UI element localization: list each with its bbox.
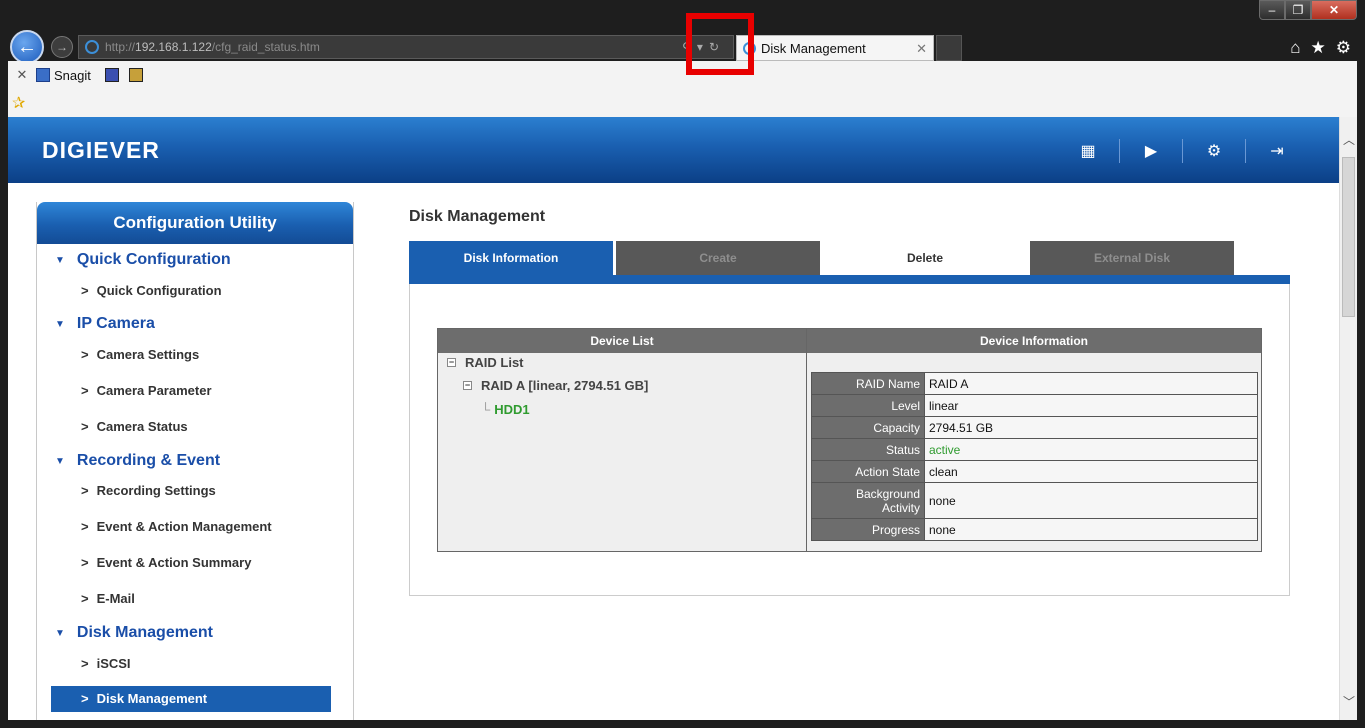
- tab-external-disk[interactable]: External Disk: [1030, 241, 1234, 275]
- capture-icon[interactable]: [104, 68, 119, 82]
- device-list: Device List − RAID List − RAID A [linear, …: [437, 328, 807, 552]
- close-window-icon[interactable]: ✕: [1311, 0, 1357, 20]
- table-row: Status active: [811, 438, 1258, 461]
- header-icons: ▦ ▶ ⚙ ⇥: [1076, 139, 1289, 163]
- page-title: Disk Management: [409, 208, 546, 225]
- table-row: RAID Name RAID A: [811, 372, 1258, 395]
- tab-delete[interactable]: Delete: [823, 241, 1027, 275]
- sidebar-item-event-action-summary[interactable]: > Event & Action Summary: [81, 555, 251, 570]
- live-view-icon[interactable]: ▦: [1076, 140, 1100, 162]
- table-row: Level linear: [811, 394, 1258, 417]
- close-bar-icon[interactable]: ✕: [8, 67, 36, 83]
- device-list-header: Device List: [438, 329, 806, 353]
- browser-window: ‒ ❐ ✕ ← → http://192.168.1.122/cfg_raid_…: [0, 0, 1365, 728]
- table-row: Action State clean: [811, 460, 1258, 483]
- scroll-up-icon[interactable]: ︿: [1343, 131, 1355, 148]
- favorites-bar: ✕ Snagit ✰: [8, 61, 1357, 117]
- refresh-highlight-box: [686, 13, 754, 75]
- tab-title: Disk Management: [761, 40, 866, 56]
- device-info-table: RAID Name RAID A Level linear Capacity 2794…: [811, 372, 1258, 541]
- table-row: Background Activity none: [811, 482, 1258, 519]
- triangle-down-icon: ▼: [55, 318, 65, 330]
- device-information: Device Information RAID Name RAID A Level…: [806, 328, 1262, 552]
- browser-toolbar-icons: ⌂ ★ ⚙: [1290, 38, 1351, 58]
- brand-logo: DIGIEVER: [42, 137, 160, 163]
- web-page: DIGIEVER ▦ ▶ ⚙ ⇥ Configuration Utility ▼…: [8, 117, 1339, 720]
- address-bar[interactable]: http://192.168.1.122/cfg_raid_status.htm…: [78, 35, 734, 59]
- window-controls: ‒ ❐ ✕: [1259, 0, 1357, 20]
- app-header: DIGIEVER ▦ ▶ ⚙ ⇥: [8, 117, 1339, 183]
- tree-raid-a[interactable]: − RAID A [linear, 2794.51 GB]: [463, 378, 648, 393]
- triangle-down-icon: ▼: [55, 627, 65, 639]
- sidebar-section-disk-management[interactable]: ▼ Disk Management: [55, 624, 213, 642]
- new-tab-button[interactable]: [936, 35, 962, 61]
- sidebar-item-disk-management[interactable]: > Disk Management: [51, 686, 331, 712]
- sidebar-item-camera-parameter[interactable]: > Camera Parameter: [81, 383, 212, 398]
- tab-disk-management[interactable]: Disk Management ✕: [736, 35, 934, 61]
- tab-underline: [409, 275, 1290, 284]
- tab-create[interactable]: Create: [616, 241, 820, 275]
- tab-bar: Disk Information Create Delete External …: [409, 241, 1237, 275]
- snagit-link[interactable]: Snagit: [36, 68, 91, 83]
- maximize-icon[interactable]: ❐: [1285, 0, 1311, 20]
- home-icon[interactable]: ⌂: [1290, 38, 1300, 58]
- status-value: active: [924, 438, 1258, 461]
- favorites-star-icon[interactable]: ★: [1311, 38, 1326, 58]
- scroll-thumb[interactable]: [1342, 157, 1355, 317]
- back-button[interactable]: ←: [10, 30, 44, 64]
- triangle-down-icon: ▼: [55, 254, 65, 266]
- logout-icon[interactable]: ⇥: [1265, 140, 1289, 162]
- table-row: Progress none: [811, 518, 1258, 541]
- scroll-down-icon[interactable]: ﹀: [1343, 693, 1355, 710]
- address-url: http://192.168.1.122/cfg_raid_status.htm: [105, 40, 320, 54]
- sidebar-section-quick-configuration[interactable]: ▼ Quick Configuration: [55, 251, 231, 269]
- playback-icon[interactable]: ▶: [1139, 140, 1163, 162]
- sidebar-title: Configuration Utility: [37, 202, 353, 244]
- sidebar-item-recording-settings[interactable]: > Recording Settings: [81, 483, 216, 498]
- ie-page-icon: [85, 40, 99, 54]
- snagit-icon: [36, 68, 50, 82]
- sidebar-item-quick-configuration[interactable]: > Quick Configuration: [81, 283, 222, 298]
- add-favorite-icon[interactable]: ✰: [12, 93, 25, 113]
- tools-gear-icon[interactable]: ⚙: [1336, 38, 1351, 58]
- sidebar-item-event-action-management[interactable]: > Event & Action Management: [81, 519, 272, 534]
- sidebar-item-email[interactable]: > E-Mail: [81, 591, 135, 606]
- page-scrollbar[interactable]: ︿ ﹀: [1339, 117, 1357, 720]
- collapse-icon[interactable]: −: [447, 358, 456, 367]
- sidebar: Configuration Utility ▼ Quick Configurati…: [36, 202, 354, 720]
- triangle-down-icon: ▼: [55, 455, 65, 467]
- forward-button[interactable]: →: [51, 36, 73, 58]
- device-info-header: Device Information: [807, 329, 1261, 353]
- table-row: Capacity 2794.51 GB: [811, 416, 1258, 439]
- settings-icon[interactable]: ⚙: [1202, 140, 1226, 162]
- tab-disk-information[interactable]: Disk Information: [409, 241, 613, 275]
- tab-close-icon[interactable]: ✕: [916, 41, 927, 57]
- sidebar-item-iscsi[interactable]: > iSCSI: [81, 656, 131, 671]
- edit-icon[interactable]: [128, 68, 143, 82]
- sidebar-section-ip-camera[interactable]: ▼ IP Camera: [55, 315, 155, 333]
- sidebar-item-camera-settings[interactable]: > Camera Settings: [81, 347, 199, 362]
- sidebar-section-recording-event[interactable]: ▼ Recording & Event: [55, 452, 220, 470]
- collapse-icon[interactable]: −: [463, 381, 472, 390]
- tree-raid-list[interactable]: − RAID List: [447, 355, 524, 370]
- tree-hdd1[interactable]: └ HDD1: [481, 402, 530, 417]
- minimize-icon[interactable]: ‒: [1259, 0, 1285, 20]
- sidebar-item-camera-status[interactable]: > Camera Status: [81, 419, 188, 434]
